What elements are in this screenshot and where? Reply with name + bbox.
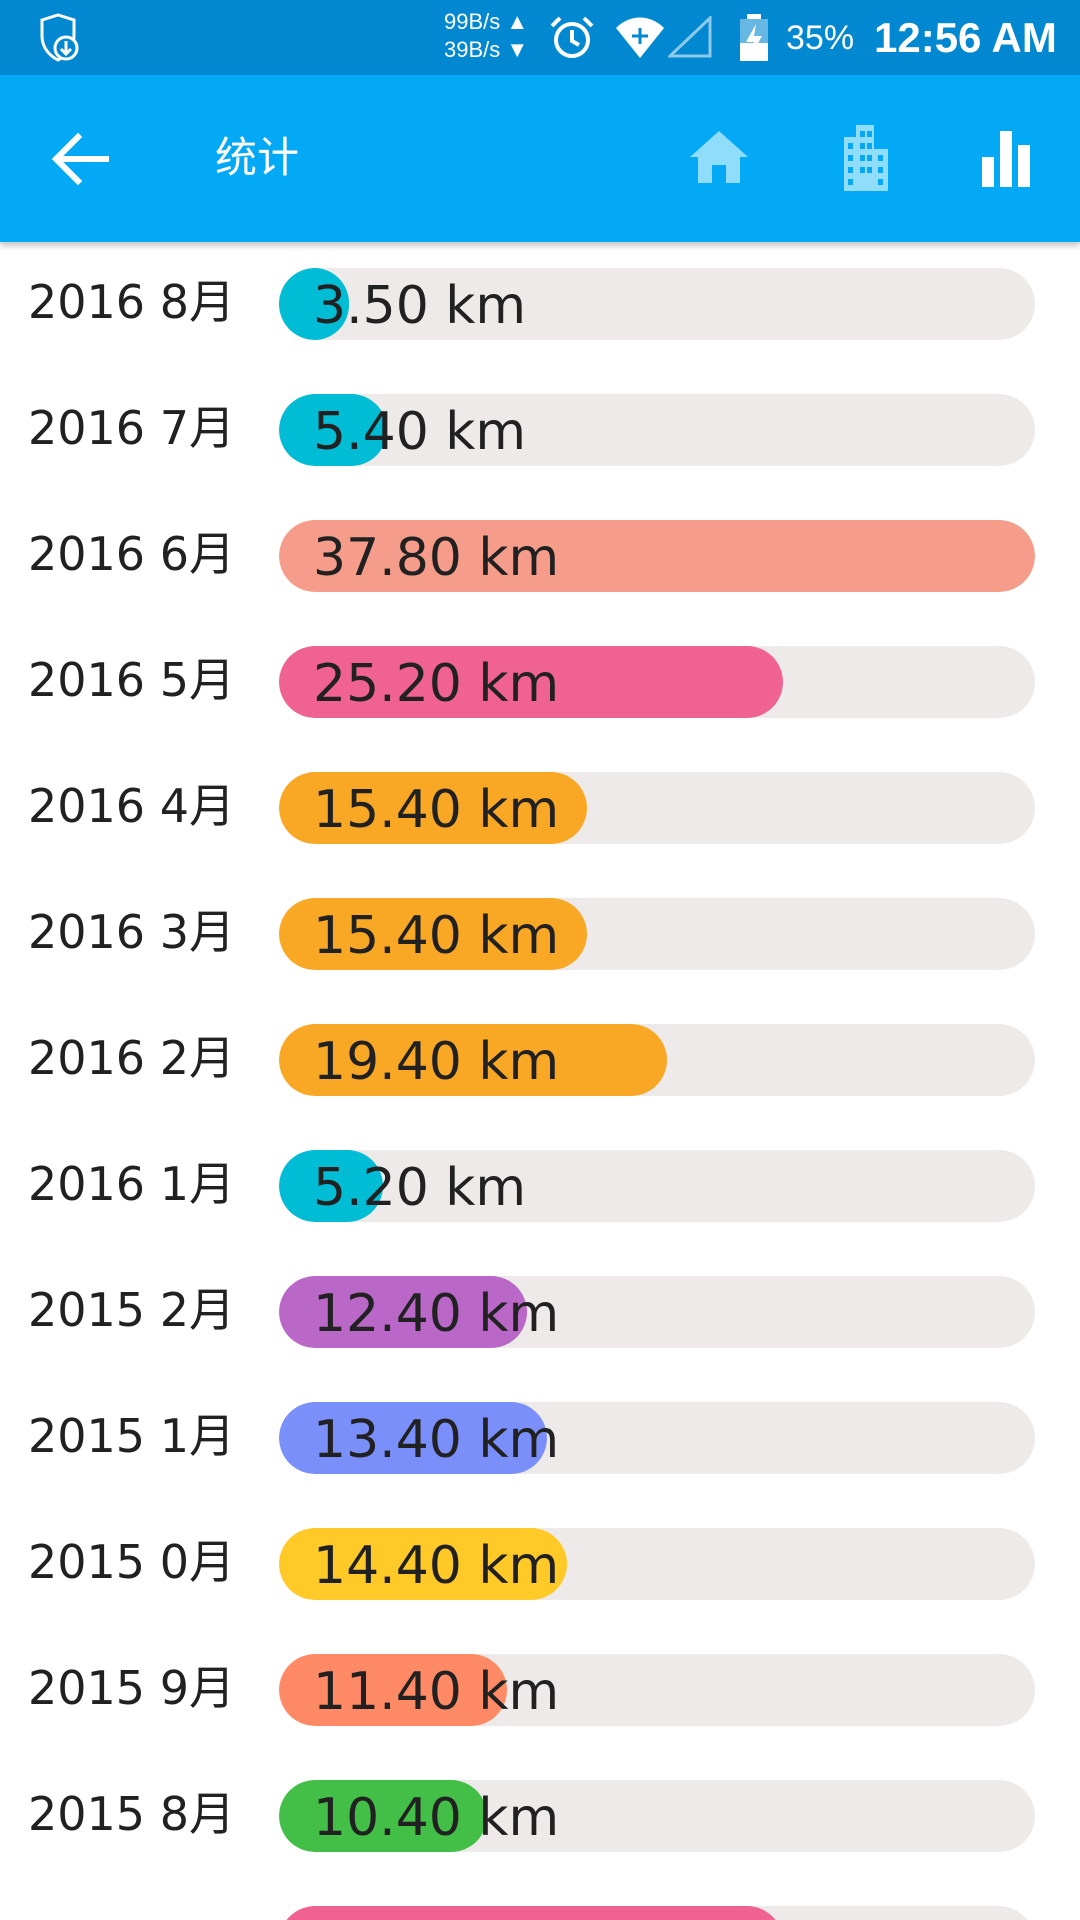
list-item[interactable]: 2016 8月 3.50 km: [0, 242, 1080, 368]
month-label: 2015 0月: [28, 1535, 235, 1589]
distance-value: 11.40 km: [313, 1662, 560, 1722]
back-arrow-icon: [51, 132, 109, 186]
distance-bar-track: 11.40 km: [279, 1654, 1035, 1726]
distance-value: 10.40 km: [313, 1788, 560, 1848]
net-up-text: 99B/s: [444, 9, 501, 34]
month-label: 2016 6月: [28, 527, 235, 581]
month-label: 2015 9月: [28, 1661, 235, 1715]
distance-value: 12.40 km: [313, 1284, 560, 1344]
signal-icon: [666, 14, 712, 62]
alarm-icon: [548, 14, 596, 66]
month-label: 2016 3月: [28, 905, 235, 959]
battery-percent: 35%: [786, 19, 855, 57]
list-item[interactable]: 2015 8月 10.40 km: [0, 1754, 1080, 1880]
clock: 12:56 AM: [874, 14, 1057, 61]
list-item[interactable]: 2016 5月 25.20 km: [0, 620, 1080, 746]
month-label: 2016 4月: [28, 779, 235, 833]
distance-bar-track: 15.40 km: [279, 772, 1035, 844]
list-item[interactable]: 2016 3月 15.40 km: [0, 872, 1080, 998]
distance-value: 13.40 km: [313, 1410, 560, 1470]
distance-value: 37.80 km: [313, 528, 560, 588]
distance-bar-track: 14.40 km: [279, 1528, 1035, 1600]
distance-bar-track: 5.40 km: [279, 394, 1035, 466]
back-button[interactable]: [44, 123, 120, 195]
distance-bar-fill: [279, 1906, 783, 1920]
list-item[interactable]: [0, 1880, 1080, 1920]
app-bar: 统计: [0, 75, 1080, 242]
distance-value: 5.40 km: [313, 402, 527, 462]
distance-bar-track: 3.50 km: [279, 268, 1035, 340]
list-item[interactable]: 2015 1月 13.40 km: [0, 1376, 1080, 1502]
distance-bar-track: 25.20 km: [279, 646, 1035, 718]
month-label: 2016 7月: [28, 401, 235, 455]
wifi-icon: [614, 14, 666, 64]
bar-chart-icon: [982, 131, 1030, 187]
distance-value: 14.40 km: [313, 1536, 560, 1596]
net-down-text: 39B/s: [444, 37, 501, 62]
distance-value: 25.20 km: [313, 654, 560, 714]
month-label: 2015 2月: [28, 1283, 235, 1337]
list-item[interactable]: 2015 0月 14.40 km: [0, 1502, 1080, 1628]
city-button[interactable]: [830, 121, 896, 193]
distance-bar-track: 19.40 km: [279, 1024, 1035, 1096]
list-item[interactable]: 2016 7月 5.40 km: [0, 368, 1080, 494]
stats-button[interactable]: [978, 127, 1034, 193]
distance-bar-track: 12.40 km: [279, 1276, 1035, 1348]
month-label: 2016 1月: [28, 1157, 235, 1211]
distance-bar-track: [279, 1906, 1035, 1920]
home-icon: [690, 131, 748, 183]
battery-charging-icon: [738, 14, 770, 66]
distance-value: 19.40 km: [313, 1032, 560, 1092]
month-label: 2015 1月: [28, 1409, 235, 1463]
distance-value: 5.20 km: [313, 1158, 527, 1218]
list-item[interactable]: 2016 2月 19.40 km: [0, 998, 1080, 1124]
monthly-distance-list[interactable]: 2016 8月 3.50 km 2016 7月 5.40 km 2016 6月 37.80…: [0, 242, 1080, 1920]
month-label: 2016 5月: [28, 653, 235, 707]
month-label: 2016 2月: [28, 1031, 235, 1085]
month-label: 2015 8月: [28, 1787, 235, 1841]
shield-download-icon: [32, 12, 84, 64]
distance-bar-track: 13.40 km: [279, 1402, 1035, 1474]
distance-bar-track: 5.20 km: [279, 1150, 1035, 1222]
list-item[interactable]: 2016 4月 15.40 km: [0, 746, 1080, 872]
list-item[interactable]: 2016 1月 5.20 km: [0, 1124, 1080, 1250]
distance-value: 15.40 km: [313, 906, 560, 966]
distance-value: 3.50 km: [313, 276, 527, 336]
distance-value: 15.40 km: [313, 780, 560, 840]
distance-bar-track: 15.40 km: [279, 898, 1035, 970]
city-icon: [844, 125, 888, 191]
distance-bar-track: 37.80 km: [279, 520, 1035, 592]
page-title: 统计: [215, 133, 300, 182]
home-button[interactable]: [686, 125, 752, 191]
status-bar: 99B/s ▲ 39B/s ▼ 35% 12:56 AM: [0, 0, 1080, 75]
list-item[interactable]: 2015 2月 12.40 km: [0, 1250, 1080, 1376]
list-item[interactable]: 2016 6月 37.80 km: [0, 494, 1080, 620]
list-item[interactable]: 2015 9月 11.40 km: [0, 1628, 1080, 1754]
network-speed: 99B/s ▲ 39B/s ▼: [444, 9, 529, 62]
distance-bar-track: 10.40 km: [279, 1780, 1035, 1852]
month-label: 2016 8月: [28, 275, 235, 329]
